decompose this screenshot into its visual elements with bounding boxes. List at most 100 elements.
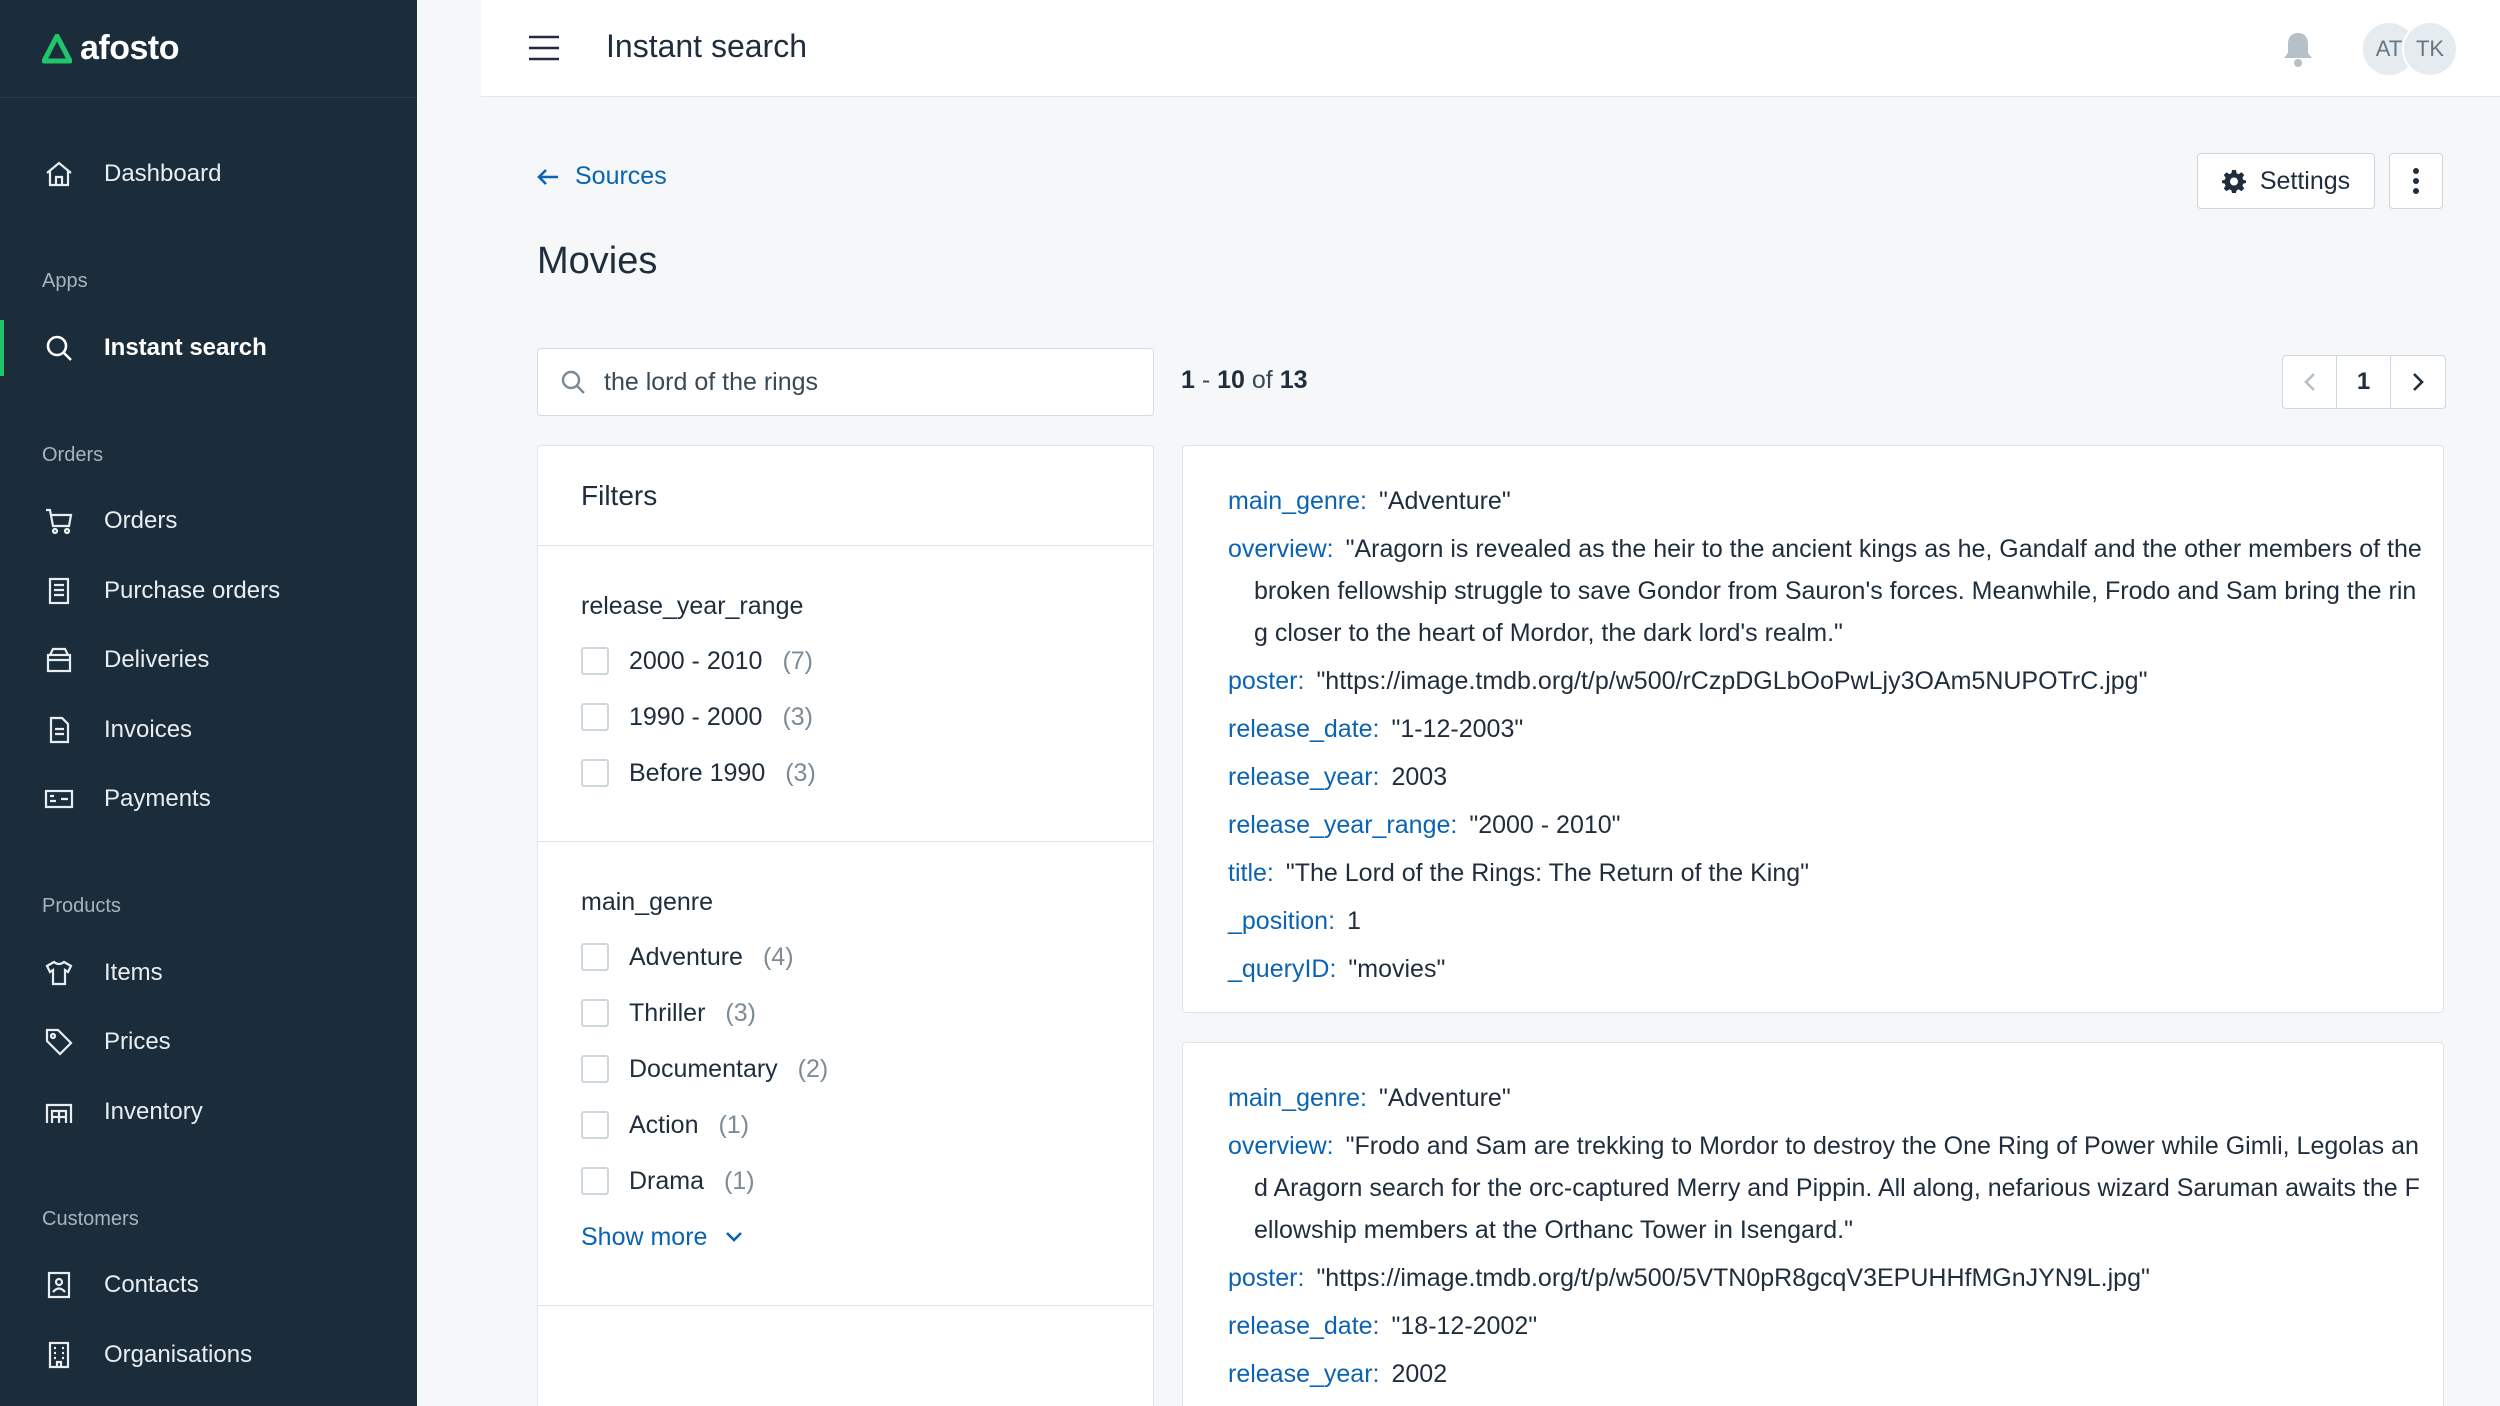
result-field: release_year_range: "2000 - 2010" (1228, 804, 2427, 846)
contact-card-icon (42, 1268, 76, 1302)
filter-option[interactable]: Before 1990 (3) (581, 745, 1110, 801)
filter-option-count: (1) (724, 1166, 755, 1195)
sidebar-item-deliveries[interactable]: Deliveries (0, 632, 417, 688)
filter-option-label: Before 1990 (629, 758, 766, 787)
search-input[interactable] (604, 367, 1144, 397)
sidebar-item-label: Prices (104, 1028, 171, 1055)
sidebar-item-orders[interactable]: Orders (0, 493, 417, 549)
sidebar-item-purchase-orders[interactable]: Purchase orders (0, 563, 417, 619)
sidebar-item-label: Inventory (104, 1098, 203, 1125)
checkbox[interactable] (581, 943, 609, 971)
avatar[interactable]: TK (2402, 21, 2458, 77)
sidebar-item-prices[interactable]: Prices (0, 1014, 417, 1070)
checkbox[interactable] (581, 1055, 609, 1083)
checkbox[interactable] (581, 703, 609, 731)
filter-option-count: (4) (762, 942, 794, 971)
filter-option-count: (1) (718, 1110, 750, 1139)
result-field: poster: "https://image.tmdb.org/t/p/w500/… (1228, 1257, 2427, 1299)
sidebar-item-contacts[interactable]: Contacts (0, 1257, 417, 1313)
facet-title: main_genre (581, 888, 714, 916)
field-value: "movies" (1348, 955, 1446, 983)
filter-option[interactable]: Action (1) (581, 1097, 1110, 1153)
result-field: _queryID: "movies" (1228, 948, 2427, 990)
checkbox[interactable] (581, 759, 609, 787)
more-vertical-icon (2413, 168, 2419, 194)
checkbox[interactable] (581, 1111, 609, 1139)
filter-option[interactable]: 1990 - 2000 (3) (581, 689, 1110, 745)
settings-button[interactable]: Settings (2197, 153, 2375, 209)
result-field: poster: "https://image.tmdb.org/t/p/w500/… (1228, 660, 2427, 702)
field-value: "Adventure" (1378, 487, 1511, 515)
filter-option-label: Thriller (629, 998, 706, 1027)
show-more-button[interactable]: Show more (581, 1209, 1110, 1265)
field-value: "2000 - 2010" (1469, 811, 1621, 839)
logo[interactable]: afosto (0, 0, 417, 98)
filter-option-label: 1990 - 2000 (629, 702, 763, 731)
field-value: "1-12-2003" (1391, 715, 1524, 743)
filter-option-count: (7) (782, 646, 814, 675)
field-value: "Adventure" (1378, 1084, 1511, 1112)
chevron-down-icon (726, 1232, 743, 1242)
field-key: main_genre: (1228, 1084, 1367, 1112)
sidebar-item-invoices[interactable]: Invoices (0, 702, 417, 758)
sidebar-item-label: Items (104, 959, 163, 986)
result-field: title: "The Lord of the Rings: The Return… (1228, 852, 2427, 894)
sidebar-item-instant-search[interactable]: Instant search (0, 320, 417, 376)
previous-page-button[interactable] (2283, 356, 2337, 408)
result-field: release_date: "1-12-2003" (1228, 708, 2427, 750)
facet-title: release_year_range (581, 592, 804, 620)
filter-option[interactable]: Documentary (2) (581, 1041, 1110, 1097)
filter-option[interactable]: 2000 - 2010 (7) (581, 633, 1110, 689)
field-key: overview: (1228, 1132, 1334, 1160)
header-title: Instant search (606, 28, 807, 64)
home-icon (42, 157, 76, 191)
field-value: "18-12-2002" (1391, 1312, 1538, 1340)
building-icon (42, 1338, 76, 1372)
tag-icon (42, 1025, 76, 1059)
sidebar-item-organisations[interactable]: Organisations (0, 1327, 417, 1383)
sidebar-item-label: Invoices (104, 716, 193, 743)
search-field[interactable] (537, 348, 1154, 416)
result-card: main_genre: "Adventure" overview: "Frodo a… (1182, 1042, 2444, 1406)
more-options-button[interactable] (2389, 153, 2443, 209)
result-range-start: 1 (1181, 366, 1195, 394)
checkbox[interactable] (581, 999, 609, 1027)
back-to-sources-link[interactable]: Sources (537, 162, 667, 191)
filter-option[interactable]: Thriller (3) (581, 985, 1110, 1041)
field-key: release_year_range: (1228, 811, 1458, 839)
back-link-label: Sources (575, 162, 667, 190)
cart-icon (42, 504, 76, 538)
filter-option-label: 2000 - 2010 (629, 646, 763, 675)
filter-option[interactable]: Adventure (4) (581, 929, 1110, 985)
search-icon (561, 370, 585, 394)
sidebar-item-payments[interactable]: Payments (0, 771, 417, 827)
field-value: 2003 (1391, 763, 1448, 791)
field-value: 2002 (1391, 1360, 1448, 1388)
checkbox[interactable] (581, 647, 609, 675)
pagination: 1 (2282, 355, 2446, 409)
menu-icon[interactable] (528, 34, 560, 62)
search-icon (42, 331, 76, 365)
sidebar-item-items[interactable]: Items (0, 945, 417, 1001)
field-key: title: (1228, 859, 1274, 887)
sidebar-item-dashboard[interactable]: Dashboard (0, 146, 417, 202)
field-key: poster: (1228, 667, 1305, 695)
top-bar: Instant search AT TK (481, 0, 2500, 97)
warehouse-icon (42, 1095, 76, 1129)
filters-title: Filters (538, 446, 1153, 546)
sidebar-item-label: Payments (104, 785, 211, 812)
checkbox[interactable] (581, 1167, 609, 1195)
notification-bell-icon[interactable] (2280, 30, 2316, 68)
sidebar-item-inventory[interactable]: Inventory (0, 1084, 417, 1140)
field-value: "Aragorn is revealed as the heir to the … (1254, 535, 2422, 647)
sidebar: afosto Dashboard Apps Instant search Ord… (0, 0, 417, 1406)
result-field: release_year: 2002 (1228, 1353, 2427, 1395)
facet-release-year-range: release_year_range 2000 - 2010 (7) 1990 … (538, 546, 1153, 842)
next-page-button[interactable] (2391, 356, 2445, 408)
current-page[interactable]: 1 (2337, 356, 2391, 408)
money-icon (42, 782, 76, 816)
field-value: 1 (1347, 907, 1361, 935)
show-more-label: Show more (581, 1222, 708, 1251)
filter-option[interactable]: Drama (1) (581, 1153, 1110, 1209)
filter-option-count: (3) (725, 998, 756, 1027)
